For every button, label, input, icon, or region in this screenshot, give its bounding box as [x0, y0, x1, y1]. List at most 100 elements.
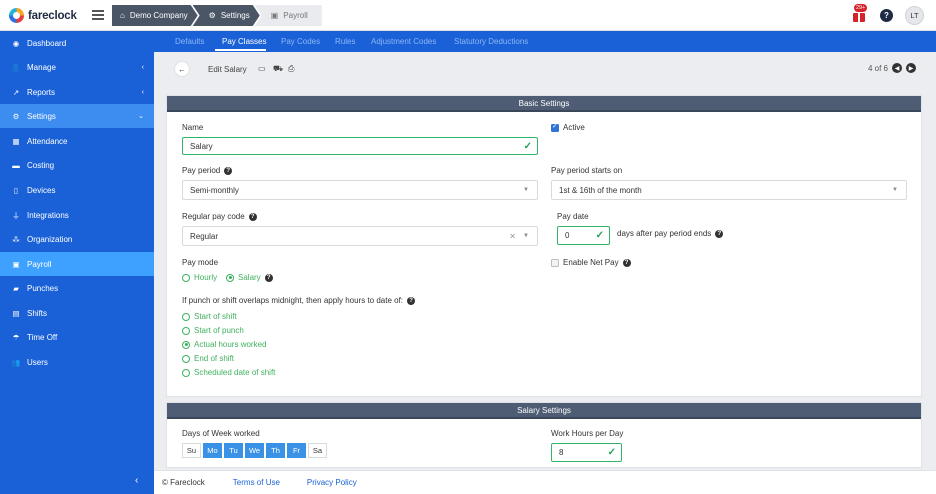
active-checkbox[interactable]: [551, 122, 559, 132]
breadcrumb-payroll[interactable]: ▣ Payroll: [254, 5, 322, 26]
id-card-icon[interactable]: ▭: [258, 64, 267, 73]
help-icon[interactable]: ?: [715, 229, 724, 238]
enable-net-pay-row[interactable]: Enable Net Pay?: [551, 258, 631, 267]
users-icon: 👥: [11, 357, 21, 367]
overlap-radio[interactable]: [182, 368, 190, 377]
breadcrumb-settings[interactable]: ⚙ Settings: [193, 5, 260, 26]
day-toggle-we[interactable]: We: [245, 443, 264, 458]
overlap-option-label: Start of punch: [194, 326, 244, 335]
pay-period-label-row: Pay period?: [182, 166, 233, 175]
next-record-button[interactable]: ▶: [906, 63, 916, 73]
breadcrumb-company[interactable]: ⌂ Demo Company: [112, 5, 198, 26]
footer: © Fareclock Terms of Use Privacy Policy: [154, 470, 936, 494]
sidebar-item-users[interactable]: 👥 Users: [0, 350, 154, 374]
sidebar-item-label: Shifts: [27, 308, 48, 318]
pay-period-label: Pay period: [182, 166, 221, 175]
day-toggle-th[interactable]: Th: [266, 443, 285, 458]
app-logo[interactable]: fareclock: [9, 8, 77, 23]
sidebar-item-dashboard[interactable]: ◉ Dashboard: [0, 31, 154, 55]
sidebar-item-settings[interactable]: ⚙ Settings ⌄: [0, 104, 154, 128]
sidebar-item-organization[interactable]: ⁂ Organization: [0, 227, 154, 251]
previous-record-button[interactable]: ◀: [892, 63, 902, 73]
tab-adjustment-codes[interactable]: Adjustment Codes: [371, 37, 436, 46]
tab-defaults[interactable]: Defaults: [175, 37, 204, 46]
sidebar-item-payroll[interactable]: ▣ Payroll: [0, 252, 154, 276]
privacy-link[interactable]: Privacy Policy: [307, 478, 357, 487]
day-toggle-fr[interactable]: Fr: [287, 443, 306, 458]
overlap-option-scheduled-date[interactable]: Scheduled date of shift: [182, 368, 275, 377]
pay-period-starts-select[interactable]: 1st & 16th of the month ▼: [551, 180, 907, 200]
active-checkbox-row[interactable]: Active: [551, 122, 585, 132]
hamburger-menu-icon[interactable]: [92, 10, 104, 20]
overlap-radio[interactable]: [182, 340, 190, 349]
notifications-gift-icon[interactable]: 29+: [852, 3, 869, 22]
sidebar-item-label: Organization: [27, 234, 73, 244]
work-hours-field[interactable]: 8 ✓: [551, 443, 622, 462]
sidebar-item-manage[interactable]: 👤 Manage ‹: [0, 55, 154, 79]
help-icon[interactable]: ?: [880, 9, 893, 22]
pay-mode-salary-radio[interactable]: [226, 273, 234, 282]
notification-count-badge: 29+: [853, 3, 869, 13]
app-name: fareclock: [28, 9, 77, 22]
tab-rules[interactable]: Rules: [335, 37, 355, 46]
caret-down-icon: ▼: [523, 187, 529, 193]
overlap-radio[interactable]: [182, 354, 190, 363]
top-bar: fareclock ⌂ Demo Company ⚙ Settings ▣ Pa…: [0, 0, 936, 31]
print-icon[interactable]: ⎙: [288, 64, 297, 73]
name-field[interactable]: Salary ✓: [182, 137, 538, 155]
tab-statutory-deductions[interactable]: Statutory Deductions: [454, 37, 528, 46]
logo-mark-icon: [9, 8, 24, 23]
overlap-radio[interactable]: [182, 326, 190, 335]
caret-down-icon: ▼: [892, 187, 898, 193]
home-icon: ⌂: [120, 11, 125, 20]
tab-pay-classes[interactable]: Pay Classes: [222, 37, 266, 46]
collapse-sidebar-icon[interactable]: ‹: [135, 475, 138, 486]
org-icon: ⁂: [12, 234, 20, 244]
help-icon[interactable]: ?: [622, 258, 631, 267]
avatar[interactable]: LT: [905, 6, 924, 25]
pay-period-starts-value: 1st & 16th of the month: [559, 185, 642, 195]
day-toggle-mo[interactable]: Mo: [203, 443, 222, 458]
payroll-icon: ▣: [12, 259, 20, 269]
overlap-option-end-of-shift[interactable]: End of shift: [182, 354, 234, 363]
sidebar-item-attendance[interactable]: ▦ Attendance: [0, 129, 154, 153]
truck-icon[interactable]: ⛟: [273, 64, 283, 73]
help-icon[interactable]: ?: [264, 273, 273, 282]
back-button[interactable]: ←: [175, 62, 189, 76]
help-icon[interactable]: ?: [224, 166, 233, 175]
overlap-option-start-of-punch[interactable]: Start of punch: [182, 326, 244, 335]
pay-period-value: Semi-monthly: [190, 185, 239, 195]
arrow-left-icon: ←: [178, 64, 186, 74]
salary-settings-panel: Salary Settings: [166, 402, 922, 468]
pay-date-field[interactable]: 0 ✓: [557, 226, 610, 245]
overlap-option-start-of-shift[interactable]: Start of shift: [182, 312, 237, 321]
chevron-left-icon: ‹: [141, 88, 144, 96]
pay-mode-hourly-radio-row[interactable]: Hourly: [182, 273, 217, 282]
day-toggle-sa[interactable]: Sa: [308, 443, 327, 458]
sidebar-item-shifts[interactable]: ▤ Shifts: [0, 301, 154, 325]
sidebar-item-costing[interactable]: ▬ Costing: [0, 153, 154, 177]
terms-link[interactable]: Terms of Use: [233, 478, 280, 487]
regular-pay-code-select[interactable]: Regular ✕ ▼: [182, 226, 538, 246]
help-icon[interactable]: ?: [248, 212, 257, 221]
enable-net-pay-checkbox[interactable]: [551, 258, 559, 267]
pay-mode-hourly-radio[interactable]: [182, 273, 190, 282]
tab-pay-codes[interactable]: Pay Codes: [281, 37, 320, 46]
name-value: Salary: [190, 141, 213, 151]
overlap-radio[interactable]: [182, 312, 190, 321]
sidebar-item-punches[interactable]: ▰ Punches: [0, 276, 154, 300]
day-toggle-tu[interactable]: Tu: [224, 443, 243, 458]
sidebar-item-time-off[interactable]: ☂ Time Off: [0, 325, 154, 349]
sidebar-item-reports[interactable]: ↗ Reports ‹: [0, 80, 154, 104]
pay-mode-salary-radio-row[interactable]: Salary?: [226, 273, 273, 282]
salary-settings-heading: Salary Settings: [167, 403, 921, 419]
clear-icon[interactable]: ✕: [509, 232, 516, 241]
overlap-option-actual-hours[interactable]: Actual hours worked: [182, 340, 266, 349]
sidebar-item-integrations[interactable]: ⏚ Integrations: [0, 203, 154, 227]
day-toggle-su[interactable]: Su: [182, 443, 201, 458]
pay-period-select[interactable]: Semi-monthly ▼: [182, 180, 538, 200]
sidebar-item-devices[interactable]: ▯ Devices: [0, 178, 154, 202]
help-icon[interactable]: ?: [407, 296, 416, 305]
sidebar-item-label: Settings: [27, 111, 56, 121]
caret-down-icon: ▼: [523, 233, 529, 239]
